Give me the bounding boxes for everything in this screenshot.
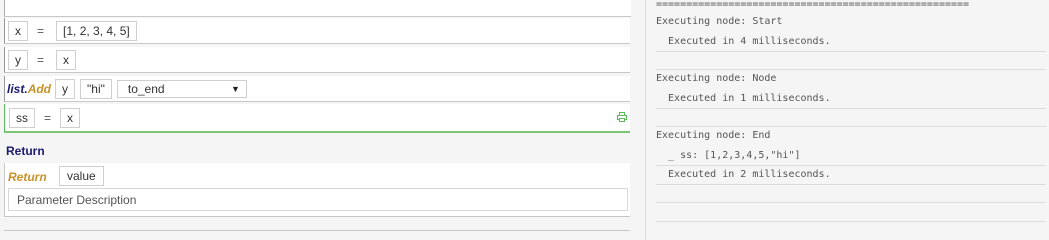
return-section-title: Return [6, 144, 45, 158]
assignment-row-ss[interactable]: ss = x [4, 104, 630, 133]
variable-x-chip[interactable]: x [8, 20, 28, 41]
equals-sign: = [37, 52, 45, 67]
variable-ss-chip[interactable]: ss [9, 107, 35, 128]
log-top-rule: ========================================… [656, 0, 970, 10]
log-line: Executed in 2 milliseconds. [656, 169, 831, 180]
return-value-chip[interactable]: value [59, 166, 104, 186]
log-separator [656, 51, 1046, 52]
log-separator [656, 165, 1046, 166]
return-block: Return value Parameter Description [4, 163, 630, 217]
log-line: Executed in 4 milliseconds. [656, 36, 831, 47]
equals-sign: = [44, 110, 52, 125]
equals-sign: = [37, 23, 45, 38]
parameter-description-field[interactable]: Parameter Description [8, 188, 628, 211]
log-header: Executing node: End [656, 130, 771, 141]
log-separator [656, 126, 1046, 127]
add-method-label: Add [27, 81, 52, 96]
log-separator [656, 184, 1046, 185]
return-keyword: Return [8, 170, 47, 184]
previous-row-stub [4, 0, 631, 17]
assignment-row-y[interactable]: y = x [4, 47, 630, 73]
assignment-row-x[interactable]: x = [1, 2, 3, 4, 5] [4, 18, 630, 44]
list-object-label: list [7, 81, 25, 96]
variable-x-ref-chip[interactable]: x [60, 107, 81, 128]
code-editor-panel: x = [1, 2, 3, 4, 5] y = x list.Add y "hi… [0, 0, 636, 240]
list-literal-chip[interactable]: [1, 2, 3, 4, 5] [56, 20, 137, 41]
variable-x-ref-chip[interactable]: x [56, 49, 77, 70]
log-header: Executing node: Node [656, 73, 777, 84]
log-line: _ ss: [1,2,3,4,5,"hi"] [656, 150, 801, 161]
log-line: Executed in 1 milliseconds. [656, 93, 831, 104]
print-icon[interactable] [617, 112, 627, 122]
log-separator [656, 221, 1046, 222]
log-separator [656, 69, 1046, 70]
position-select[interactable]: to_end ▼ [116, 79, 247, 98]
list-add-row[interactable]: list.Add y "hi" to_end ▼ [4, 76, 630, 102]
arg-hi-chip[interactable]: "hi" [80, 78, 112, 99]
list-add-call: list.Add [7, 82, 51, 96]
log-header: Executing node: Start [656, 16, 783, 27]
arg-y-chip[interactable]: y [55, 78, 76, 99]
log-separator [656, 108, 1046, 109]
log-separator [656, 202, 1046, 203]
dropdown-arrow-icon: ▼ [230, 83, 240, 94]
divider [4, 230, 630, 231]
variable-y-chip[interactable]: y [8, 49, 28, 70]
execution-log-panel: ========================================… [646, 0, 1049, 240]
position-select-value: to_end [127, 81, 165, 96]
